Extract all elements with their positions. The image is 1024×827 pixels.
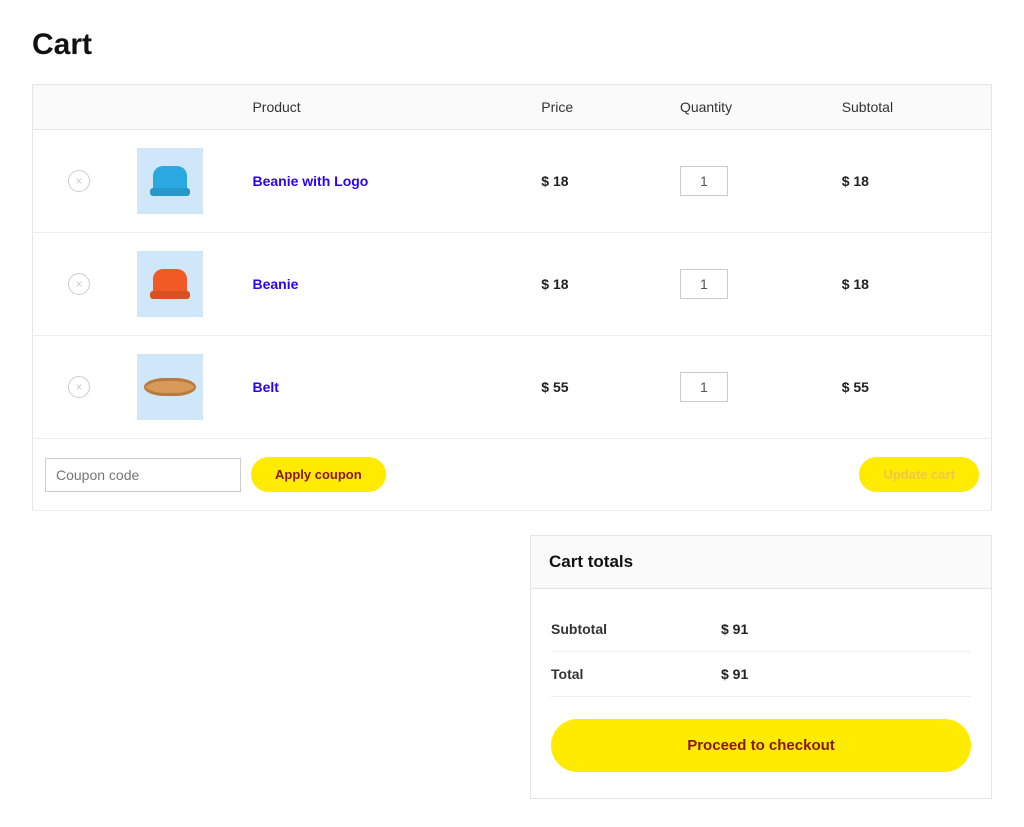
table-row: × Belt $ 55 $ 55 — [33, 336, 992, 439]
subtotal-cell: $ 18 — [830, 130, 992, 233]
product-thumbnail[interactable] — [137, 148, 203, 214]
table-row: × Beanie $ 18 $ 18 — [33, 233, 992, 336]
coupon-input[interactable] — [45, 458, 241, 492]
remove-item-button[interactable]: × — [68, 376, 90, 398]
product-link[interactable]: Belt — [252, 379, 278, 395]
col-thumb-header — [125, 85, 241, 130]
table-row: × Beanie with Logo $ 18 $ 18 — [33, 130, 992, 233]
subtotal-value: $ 91 — [721, 621, 748, 637]
product-thumbnail[interactable] — [137, 251, 203, 317]
update-cart-button[interactable]: Update cart — [859, 457, 979, 492]
price-cell: $ 18 — [529, 130, 668, 233]
col-product-header: Product — [240, 85, 529, 130]
apply-coupon-button[interactable]: Apply coupon — [251, 457, 386, 492]
subtotal-row: Subtotal $ 91 — [551, 607, 971, 652]
page-title: Cart — [32, 28, 992, 62]
actions-row: Apply coupon Update cart — [33, 439, 992, 511]
quantity-input[interactable] — [680, 269, 728, 299]
col-quantity-header: Quantity — [668, 85, 830, 130]
price-cell: $ 18 — [529, 233, 668, 336]
total-label: Total — [551, 666, 721, 682]
total-value: $ 91 — [721, 666, 748, 682]
cart-totals-card: Cart totals Subtotal $ 91 Total $ 91 Pro… — [530, 535, 992, 799]
quantity-input[interactable] — [680, 166, 728, 196]
subtotal-label: Subtotal — [551, 621, 721, 637]
subtotal-cell: $ 18 — [830, 233, 992, 336]
subtotal-cell: $ 55 — [830, 336, 992, 439]
remove-item-button[interactable]: × — [68, 273, 90, 295]
cart-totals-heading: Cart totals — [531, 536, 991, 589]
col-subtotal-header: Subtotal — [830, 85, 992, 130]
total-row: Total $ 91 — [551, 652, 971, 697]
col-remove-header — [33, 85, 125, 130]
beanie-icon — [153, 166, 187, 196]
product-thumbnail[interactable] — [137, 354, 203, 420]
col-price-header: Price — [529, 85, 668, 130]
product-link[interactable]: Beanie with Logo — [252, 173, 368, 189]
quantity-input[interactable] — [680, 372, 728, 402]
cart-table: Product Price Quantity Subtotal × Beanie… — [32, 84, 992, 511]
proceed-to-checkout-button[interactable]: Proceed to checkout — [551, 719, 971, 772]
price-cell: $ 55 — [529, 336, 668, 439]
beanie-icon — [153, 269, 187, 299]
remove-item-button[interactable]: × — [68, 170, 90, 192]
product-link[interactable]: Beanie — [252, 276, 298, 292]
belt-icon — [144, 378, 196, 396]
